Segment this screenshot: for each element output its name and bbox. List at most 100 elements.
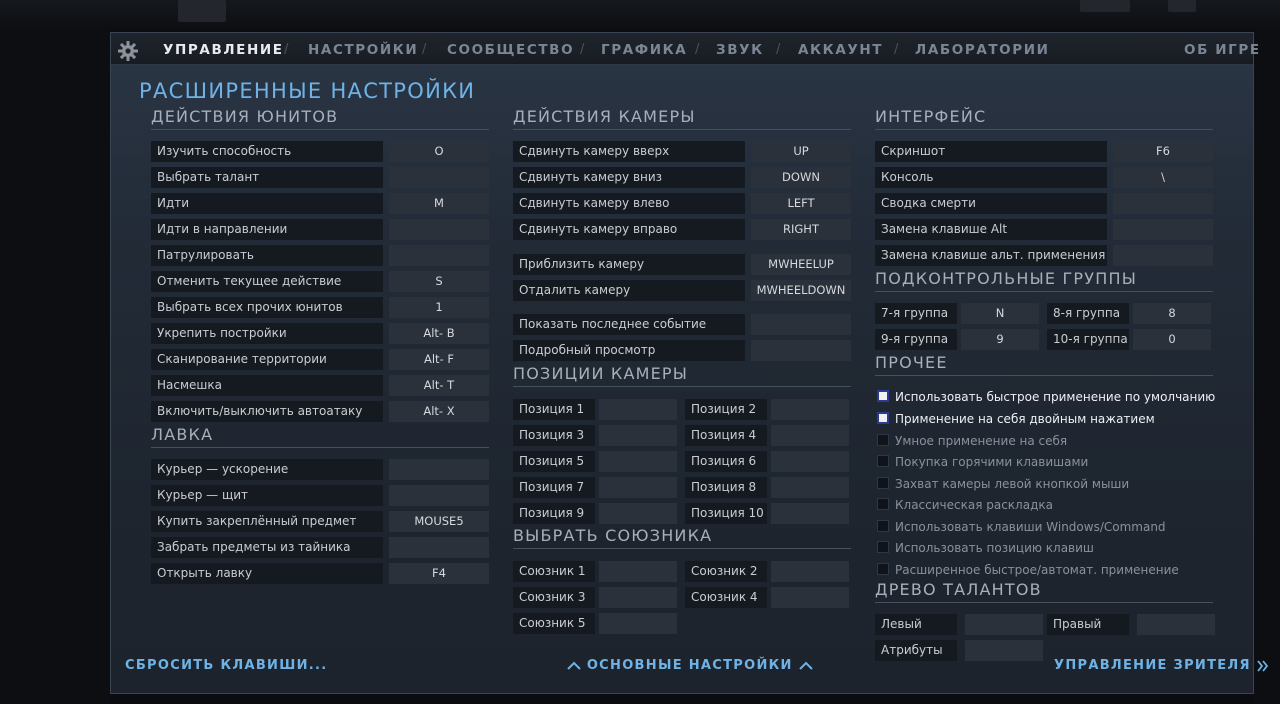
shop-row-key[interactable]: MOUSE5	[389, 511, 489, 532]
control_groups-key[interactable]: 0	[1133, 329, 1211, 350]
tab-5[interactable]: АККАУНТ	[798, 42, 883, 58]
select_ally-key[interactable]	[771, 561, 849, 582]
unit_actions-row-label: Изучить способность	[151, 141, 383, 162]
interface-row-key[interactable]: \	[1113, 167, 1213, 188]
control_groups-title: ПОДКОНТРОЛЬНЫЕ ГРУППЫ	[875, 269, 1213, 292]
tab-0[interactable]: УПРАВЛЕНИЕ	[163, 42, 284, 58]
checkbox[interactable]	[877, 390, 889, 402]
camera_positions-key[interactable]	[771, 451, 849, 472]
tab-4[interactable]: ЗВУК	[716, 42, 764, 58]
shop-row-label: Забрать предметы из тайника	[151, 537, 383, 558]
option-row[interactable]: Расширенное быстрое/автомат. применение	[877, 561, 1237, 579]
option-row[interactable]: Применение на себя двойным нажатием	[877, 410, 1237, 428]
unit_actions-row-key[interactable]: Alt- B	[389, 323, 489, 344]
unit_actions-row-key[interactable]: Alt- X	[389, 401, 489, 422]
tab-3[interactable]: ГРАФИКА	[601, 42, 687, 58]
unit_actions-row-key[interactable]: 1	[389, 297, 489, 318]
camera_positions-key[interactable]	[771, 399, 849, 420]
camera_positions-label: Позиция 5	[513, 451, 595, 472]
unit_actions-row-label: Укрепить постройки	[151, 323, 383, 344]
shop-row-key[interactable]: F4	[389, 563, 489, 584]
interface-row-key[interactable]	[1113, 193, 1213, 214]
unit_actions-row-label: Сканирование территории	[151, 349, 383, 370]
camera_positions-key[interactable]	[599, 503, 677, 524]
tab-separator: /	[695, 42, 700, 57]
interface-row-label: Сводка смерти	[875, 193, 1107, 214]
talent-tree-key[interactable]	[965, 614, 1043, 635]
talent-tree-key[interactable]	[1137, 614, 1215, 635]
tab-6[interactable]: ЛАБОРАТОРИИ	[915, 42, 1050, 58]
unit_actions-row-label: Патрулировать	[151, 245, 383, 266]
checkbox[interactable]	[877, 541, 889, 553]
option-row[interactable]: Использовать клавиши Windows/Command	[877, 518, 1237, 536]
checkbox[interactable]	[877, 412, 889, 424]
camera_actions-row-key[interactable]: MWHEELDOWN	[751, 280, 851, 301]
option-row[interactable]: Использовать быстрое применение по умолч…	[877, 388, 1237, 406]
unit_actions-row-key[interactable]	[389, 219, 489, 240]
control_groups-key[interactable]: N	[961, 303, 1039, 324]
shop-row-key[interactable]	[389, 537, 489, 558]
tab-separator: /	[894, 42, 899, 57]
camera_actions-row-label: Приблизить камеру	[513, 254, 745, 275]
unit_actions-row-key[interactable]: Alt- T	[389, 375, 489, 396]
select_ally-key[interactable]	[599, 613, 677, 634]
unit_actions-row-key[interactable]: O	[389, 141, 489, 162]
select_ally-key[interactable]	[599, 561, 677, 582]
option-label: Расширенное быстрое/автомат. применение	[895, 563, 1179, 577]
select_ally-key[interactable]	[599, 587, 677, 608]
interface-row-key[interactable]	[1113, 245, 1213, 266]
checkbox[interactable]	[877, 498, 889, 510]
camera_actions-row-key[interactable]: UP	[751, 141, 851, 162]
chevron-up-icon	[567, 661, 581, 670]
camera_positions-key[interactable]	[599, 477, 677, 498]
control_groups-key[interactable]: 9	[961, 329, 1039, 350]
reset-keys-button[interactable]: СБРОСИТЬ КЛАВИШИ...	[125, 658, 327, 673]
checkbox[interactable]	[877, 477, 889, 489]
control_groups-key[interactable]: 8	[1133, 303, 1211, 324]
unit_actions-row-key[interactable]: M	[389, 193, 489, 214]
talent-tree-key[interactable]	[965, 640, 1043, 661]
interface-row-key[interactable]	[1113, 219, 1213, 240]
checkbox[interactable]	[877, 563, 889, 575]
shop-row-label: Курьер — ускорение	[151, 459, 383, 480]
camera_positions-key[interactable]	[599, 399, 677, 420]
option-row[interactable]: Покупка горячими клавишами	[877, 453, 1237, 471]
unit_actions-row-key[interactable]	[389, 167, 489, 188]
checkbox[interactable]	[877, 520, 889, 532]
option-row[interactable]: Захват камеры левой кнопкой мыши	[877, 475, 1237, 493]
unit_actions-row-key[interactable]	[389, 245, 489, 266]
camera_actions-row-label: Сдвинуть камеру вправо	[513, 219, 745, 240]
tab-2[interactable]: СООБЩЕСТВО	[447, 42, 574, 58]
gear-icon[interactable]	[117, 40, 139, 62]
camera_positions-key[interactable]	[771, 503, 849, 524]
unit_actions-row-key[interactable]: S	[389, 271, 489, 292]
camera_actions-row-key[interactable]: LEFT	[751, 193, 851, 214]
camera_actions-row-label: Показать последнее событие	[513, 314, 745, 335]
tab-about[interactable]: ОБ ИГРЕ	[1184, 42, 1261, 58]
checkbox[interactable]	[877, 455, 889, 467]
shop-row-key[interactable]	[389, 485, 489, 506]
shop-row-key[interactable]	[389, 459, 489, 480]
camera_actions-row-key[interactable]: MWHEELUP	[751, 254, 851, 275]
option-row[interactable]: Классическая раскладка	[877, 496, 1237, 514]
camera_positions-key[interactable]	[771, 425, 849, 446]
select_ally-label: Союзник 3	[513, 587, 595, 608]
camera_positions-key[interactable]	[599, 451, 677, 472]
spectator-controls-button[interactable]: УПРАВЛЕНИЕ ЗРИТЕЛЯ	[1054, 658, 1269, 673]
select_ally-key[interactable]	[771, 587, 849, 608]
select_ally-label: Союзник 1	[513, 561, 595, 582]
unit_actions-row-key[interactable]: Alt- F	[389, 349, 489, 370]
interface-row-key[interactable]: F6	[1113, 141, 1213, 162]
camera_actions-row-key[interactable]: DOWN	[751, 167, 851, 188]
option-row[interactable]: Умное применение на себя	[877, 432, 1237, 450]
checkbox[interactable]	[877, 434, 889, 446]
camera_actions-row-key[interactable]: RIGHT	[751, 219, 851, 240]
camera_actions-row-key[interactable]	[751, 340, 851, 361]
tab-separator: /	[422, 42, 427, 57]
camera_actions-row-key[interactable]	[751, 314, 851, 335]
camera_positions-key[interactable]	[599, 425, 677, 446]
basic-settings-button[interactable]: ОСНОВНЫЕ НАСТРОЙКИ	[567, 658, 813, 673]
option-row[interactable]: Использовать позицию клавиш	[877, 539, 1237, 557]
tab-1[interactable]: НАСТРОЙКИ	[308, 42, 418, 58]
camera_positions-key[interactable]	[771, 477, 849, 498]
